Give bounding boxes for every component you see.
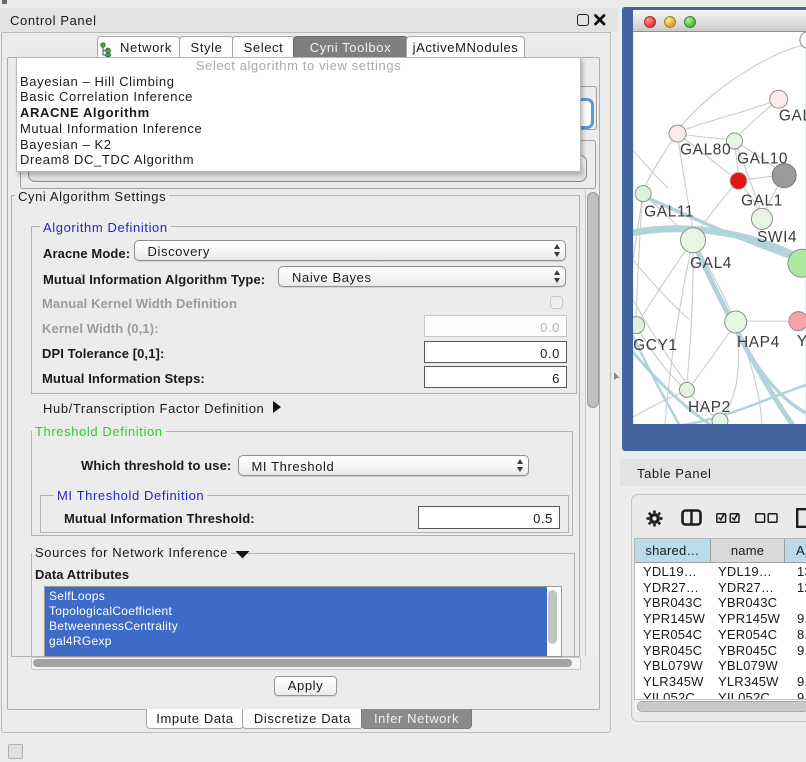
svg-text:Y: Y — [797, 333, 806, 350]
svg-text:GAL: GAL — [779, 107, 806, 124]
svg-text:SWI4: SWI4 — [757, 229, 797, 246]
svg-text:GAL11: GAL11 — [644, 203, 694, 220]
svg-text:GCY1: GCY1 — [633, 337, 678, 354]
svg-text:HAP4: HAP4 — [737, 334, 780, 351]
svg-text:GAL4: GAL4 — [690, 255, 732, 272]
svg-text:GAL80: GAL80 — [680, 141, 731, 158]
svg-text:HAP2: HAP2 — [688, 399, 731, 416]
svg-text:GAL10: GAL10 — [737, 150, 788, 167]
svg-text:GAL1: GAL1 — [741, 192, 783, 209]
